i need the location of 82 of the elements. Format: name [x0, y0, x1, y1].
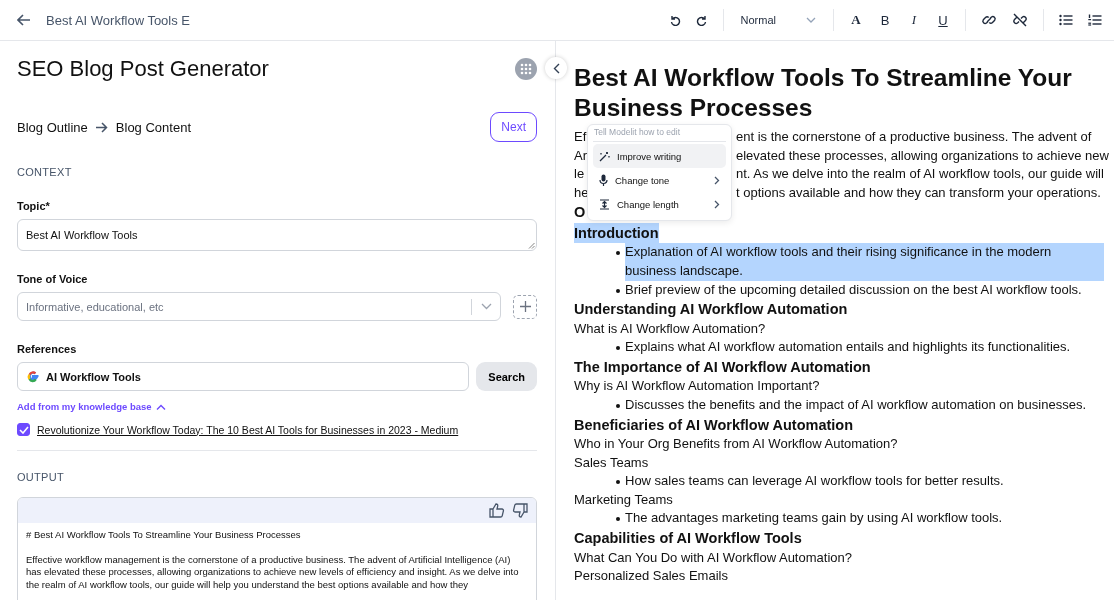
bullet-text: Explanation of AI workflow tools and their rising significance in the modern business landscape. [625, 243, 1104, 281]
paragraph-fragment: Ef [574, 129, 587, 144]
paragraph-fragment: t options available and how they can transform your operations. [736, 183, 1101, 202]
text-style-select[interactable]: Normal [738, 14, 818, 26]
bullet-icon [616, 403, 620, 408]
section-heading: The Importance of AI Workflow Automation [574, 357, 871, 377]
paragraph: Personalized Sales Emails [574, 567, 729, 586]
bullet-icon [616, 288, 620, 293]
paragraph: Who in Your Org Benefits from AI Workflow Automation? [574, 435, 899, 454]
collapse-button[interactable] [545, 57, 567, 79]
bullet-text: The advantages marketing teams gain by using AI workflow tools. [625, 509, 1003, 528]
format-button[interactable]: I [907, 12, 921, 28]
section-heading: OUTPUT [17, 471, 66, 483]
bullet-icon [616, 480, 620, 485]
step-label: Blog Outline [17, 119, 88, 135]
unlink-icon[interactable] [1012, 12, 1028, 28]
section-heading: CONTEXT [17, 166, 73, 178]
numbered-list-icon[interactable] [1088, 14, 1102, 26]
thumbs-up-icon[interactable] [489, 503, 505, 518]
bullet-text: How sales teams can leverage AI workflow tools for better results. [625, 472, 1004, 491]
section-heading: Introduction [574, 222, 659, 244]
chevron-left-icon [552, 62, 560, 74]
google-g-icon [26, 369, 40, 384]
bullet-icon [616, 517, 620, 522]
checkbox[interactable] [17, 423, 30, 436]
output-text: # Best AI Workflow Tools To Streamline Your Business Processes [26, 529, 302, 542]
document-title: Best AI Workflow Tools E [46, 12, 191, 28]
section-heading: Beneficiaries of AI Workflow Automation [574, 415, 854, 435]
menu-item[interactable]: Improve writing [593, 144, 726, 168]
menu-item[interactable]: Change tone [593, 168, 726, 192]
step-label: Blog Content [115, 119, 191, 135]
paragraph-fragment: elevated these processes, allowing organizations to achieve new [736, 146, 1109, 165]
chevron-up-icon [155, 403, 166, 410]
paragraph-fragment: nt. As we delve into the realm of AI workflow tools, our guide will [736, 165, 1104, 184]
field-label: Tone of Voice [17, 273, 89, 285]
paragraph-fragment: he [574, 184, 589, 200]
next-button[interactable]: Next [490, 112, 537, 142]
section-heading: Understanding AI Workflow Automation [574, 300, 848, 320]
paragraph: What is AI Workflow Automation? [574, 319, 767, 338]
reference-link[interactable]: Revolutionize Your Workflow Today: The 10 Best AI Tools for Businesses in 2023 - Medium [37, 423, 459, 436]
search-button[interactable]: Search [476, 362, 537, 391]
format-button[interactable]: U [936, 12, 950, 28]
bullet-text: Discusses the benefits and the impact of AI workflow automation on businesses. [625, 395, 1087, 414]
microphone-icon [599, 174, 608, 186]
plus-icon [519, 301, 531, 312]
undo-icon[interactable] [668, 14, 681, 26]
generator-title: SEO Blog Post Generator [17, 56, 269, 82]
resize-handle-icon[interactable] [528, 242, 535, 249]
paragraph-fragment: ent is the cornerstone of a productive business. The advent of [736, 128, 1092, 146]
paragraph: What Can You Do with AI Workflow Automation? [574, 548, 853, 567]
section-heading: Capabilities of AI Workflow Tools [574, 529, 802, 548]
menu-item[interactable]: Change length [593, 192, 726, 216]
field-label: Topic* [17, 200, 51, 212]
bullet-text: Brief preview of the upcoming detailed discussion on the best AI workflow tools. [625, 280, 1082, 299]
paragraph: Why is AI Workflow Automation Important? [574, 377, 821, 396]
back-arrow-icon[interactable] [17, 14, 31, 26]
redo-icon[interactable] [695, 14, 708, 26]
format-button[interactable]: A [849, 12, 863, 28]
field-label: References [17, 343, 78, 355]
bullet-text: Explains what AI workflow automation entails and highlights its functionalities. [625, 338, 1071, 357]
chevron-down-icon [806, 17, 816, 23]
knowledge-base-link[interactable]: Add from my knowledge base [17, 401, 166, 412]
reference-search-field[interactable]: AI Workflow Tools [17, 362, 470, 391]
add-button[interactable] [513, 294, 537, 319]
paragraph-fragment: le [574, 166, 585, 182]
bullet-icon [616, 251, 620, 256]
arrow-right-icon [95, 121, 108, 133]
magic-wand-icon [599, 150, 610, 162]
tone-select[interactable]: Informative, educational, etc [17, 292, 501, 321]
chevron-down-icon [481, 303, 492, 310]
paragraph: Marketing Teams [574, 490, 674, 509]
format-button[interactable]: B [878, 12, 892, 28]
section-heading: O [574, 203, 586, 223]
paragraph: Sales Teams [574, 453, 650, 472]
thumbs-down-icon[interactable] [512, 503, 528, 518]
bullet-icon [616, 346, 620, 351]
paragraph-fragment: Ar [574, 147, 587, 163]
output-text: Effective workflow management is the cornerstone of a productive business. The advent of Artificial Intelligence (AI) has elevated these processes, allowing organizations to achieve new levels of efficiency and insight. As we delve into the realm of AI workflow tools, our guide will help you understand the best options available and how they [26, 553, 520, 591]
document-heading: Best AI Workflow Tools To Streamline Your Business Processes [574, 63, 1073, 123]
topic-field[interactable]: Best AI Workflow Tools [17, 219, 537, 251]
bullet-list-icon[interactable] [1059, 14, 1073, 26]
text-length-icon [599, 198, 610, 210]
